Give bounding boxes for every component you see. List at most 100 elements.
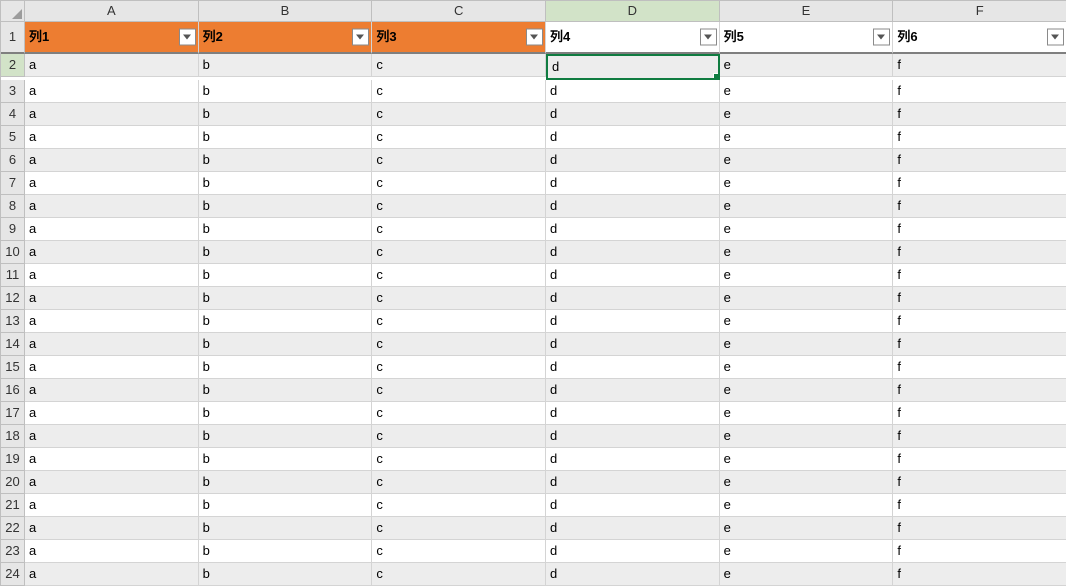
cell-F18[interactable]: f bbox=[893, 425, 1066, 448]
row-header-21[interactable]: 21 bbox=[1, 494, 25, 517]
row-header-15[interactable]: 15 bbox=[1, 356, 25, 379]
cell-C6[interactable]: c bbox=[372, 149, 546, 172]
cell-E13[interactable]: e bbox=[720, 310, 894, 333]
cell-F2[interactable]: f bbox=[893, 54, 1066, 77]
cell-B10[interactable]: b bbox=[199, 241, 373, 264]
row-header-2[interactable]: 2 bbox=[1, 54, 25, 77]
cell-D21[interactable]: d bbox=[546, 494, 720, 517]
cell-D24[interactable]: d bbox=[546, 563, 720, 586]
row-header-8[interactable]: 8 bbox=[1, 195, 25, 218]
cell-A8[interactable]: a bbox=[25, 195, 199, 218]
cell-B4[interactable]: b bbox=[199, 103, 373, 126]
row-header-23[interactable]: 23 bbox=[1, 540, 25, 563]
cell-F19[interactable]: f bbox=[893, 448, 1066, 471]
row-header-13[interactable]: 13 bbox=[1, 310, 25, 333]
cell-C12[interactable]: c bbox=[372, 287, 546, 310]
cell-C19[interactable]: c bbox=[372, 448, 546, 471]
cell-E15[interactable]: e bbox=[720, 356, 894, 379]
cell-A23[interactable]: a bbox=[25, 540, 199, 563]
cell-C17[interactable]: c bbox=[372, 402, 546, 425]
column-header-A[interactable]: A bbox=[25, 1, 199, 22]
filter-dropdown-icon[interactable] bbox=[179, 29, 196, 46]
table-header-1[interactable]: 列1 bbox=[25, 22, 199, 54]
cell-F23[interactable]: f bbox=[893, 540, 1066, 563]
row-header-17[interactable]: 17 bbox=[1, 402, 25, 425]
cell-B15[interactable]: b bbox=[199, 356, 373, 379]
cell-E11[interactable]: e bbox=[720, 264, 894, 287]
cell-B14[interactable]: b bbox=[199, 333, 373, 356]
cell-B24[interactable]: b bbox=[199, 563, 373, 586]
cell-E14[interactable]: e bbox=[720, 333, 894, 356]
cell-A10[interactable]: a bbox=[25, 241, 199, 264]
cell-A21[interactable]: a bbox=[25, 494, 199, 517]
cell-E16[interactable]: e bbox=[720, 379, 894, 402]
cell-D2[interactable]: d bbox=[546, 54, 720, 80]
cell-E24[interactable]: e bbox=[720, 563, 894, 586]
cell-E23[interactable]: e bbox=[720, 540, 894, 563]
cell-D8[interactable]: d bbox=[546, 195, 720, 218]
cell-B8[interactable]: b bbox=[199, 195, 373, 218]
cell-A6[interactable]: a bbox=[25, 149, 199, 172]
row-header-4[interactable]: 4 bbox=[1, 103, 25, 126]
cell-E21[interactable]: e bbox=[720, 494, 894, 517]
cell-A14[interactable]: a bbox=[25, 333, 199, 356]
filter-dropdown-icon[interactable] bbox=[352, 29, 369, 46]
cell-C20[interactable]: c bbox=[372, 471, 546, 494]
cell-F10[interactable]: f bbox=[893, 241, 1066, 264]
row-header-11[interactable]: 11 bbox=[1, 264, 25, 287]
cell-E18[interactable]: e bbox=[720, 425, 894, 448]
column-header-F[interactable]: F bbox=[893, 1, 1066, 22]
cell-C16[interactable]: c bbox=[372, 379, 546, 402]
cell-D15[interactable]: d bbox=[546, 356, 720, 379]
cell-B9[interactable]: b bbox=[199, 218, 373, 241]
cell-E6[interactable]: e bbox=[720, 149, 894, 172]
cell-F13[interactable]: f bbox=[893, 310, 1066, 333]
column-header-E[interactable]: E bbox=[720, 1, 894, 22]
cell-B19[interactable]: b bbox=[199, 448, 373, 471]
cell-D4[interactable]: d bbox=[546, 103, 720, 126]
cell-E2[interactable]: e bbox=[720, 54, 894, 77]
cell-D23[interactable]: d bbox=[546, 540, 720, 563]
cell-D11[interactable]: d bbox=[546, 264, 720, 287]
cell-E10[interactable]: e bbox=[720, 241, 894, 264]
table-header-5[interactable]: 列5 bbox=[720, 22, 894, 54]
cell-E8[interactable]: e bbox=[720, 195, 894, 218]
row-header-3[interactable]: 3 bbox=[1, 80, 25, 103]
cell-D17[interactable]: d bbox=[546, 402, 720, 425]
cell-A18[interactable]: a bbox=[25, 425, 199, 448]
cell-E17[interactable]: e bbox=[720, 402, 894, 425]
table-header-2[interactable]: 列2 bbox=[199, 22, 373, 54]
cell-C5[interactable]: c bbox=[372, 126, 546, 149]
row-header-20[interactable]: 20 bbox=[1, 471, 25, 494]
cell-B22[interactable]: b bbox=[199, 517, 373, 540]
cell-B3[interactable]: b bbox=[199, 80, 373, 103]
cell-B21[interactable]: b bbox=[199, 494, 373, 517]
row-header-12[interactable]: 12 bbox=[1, 287, 25, 310]
cell-C24[interactable]: c bbox=[372, 563, 546, 586]
cell-C15[interactable]: c bbox=[372, 356, 546, 379]
filter-dropdown-icon[interactable] bbox=[873, 29, 890, 46]
table-header-6[interactable]: 列6 bbox=[893, 22, 1066, 54]
cell-F9[interactable]: f bbox=[893, 218, 1066, 241]
cell-F15[interactable]: f bbox=[893, 356, 1066, 379]
row-header-6[interactable]: 6 bbox=[1, 149, 25, 172]
row-header-24[interactable]: 24 bbox=[1, 563, 25, 586]
cell-A17[interactable]: a bbox=[25, 402, 199, 425]
cell-D3[interactable]: d bbox=[546, 80, 720, 103]
row-header-22[interactable]: 22 bbox=[1, 517, 25, 540]
cell-F11[interactable]: f bbox=[893, 264, 1066, 287]
cell-A16[interactable]: a bbox=[25, 379, 199, 402]
cell-C23[interactable]: c bbox=[372, 540, 546, 563]
cell-F14[interactable]: f bbox=[893, 333, 1066, 356]
cell-D12[interactable]: d bbox=[546, 287, 720, 310]
cell-D19[interactable]: d bbox=[546, 448, 720, 471]
filter-dropdown-icon[interactable] bbox=[1047, 29, 1064, 46]
cell-D18[interactable]: d bbox=[546, 425, 720, 448]
cell-B11[interactable]: b bbox=[199, 264, 373, 287]
cell-E3[interactable]: e bbox=[720, 80, 894, 103]
cell-F7[interactable]: f bbox=[893, 172, 1066, 195]
cell-C10[interactable]: c bbox=[372, 241, 546, 264]
cell-E9[interactable]: e bbox=[720, 218, 894, 241]
cell-B16[interactable]: b bbox=[199, 379, 373, 402]
cell-D20[interactable]: d bbox=[546, 471, 720, 494]
